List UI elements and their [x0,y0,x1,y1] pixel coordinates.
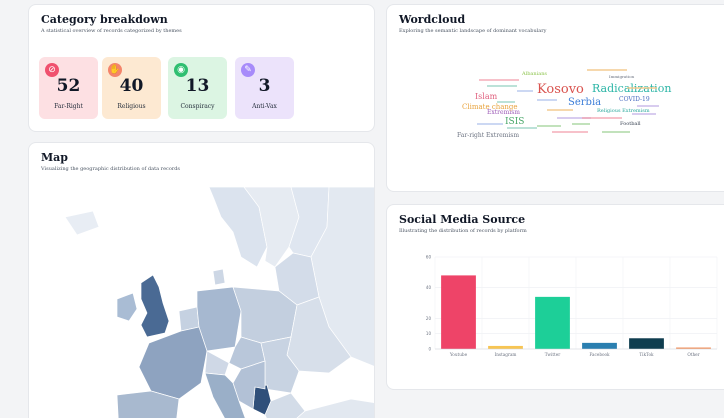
wordcloud-word[interactable]: Albanians [522,72,547,77]
social-media-title: Social Media Source [399,213,526,226]
bar-youtube[interactable] [441,275,476,349]
wordcloud-word[interactable]: Serbia [568,98,601,108]
social-media-bar-chart: 0 10 20 40 60 Youtube Instagram Twitter Facebook… [426,255,718,357]
wordcloud-filler [537,125,561,127]
wordcloud-filler [637,105,659,107]
wordcloud-word[interactable]: Football [620,122,641,127]
eye-icon: ◉ [174,63,188,77]
wordcloud-filler [572,123,590,125]
tile-count: 40 [119,76,144,96]
wordcloud-word[interactable]: Extremism [487,110,520,116]
bar-twitter[interactable] [535,296,570,349]
wordcloud-subtitle: Exploring the semantic landscape of domi… [399,28,547,34]
tile-label: Religious [117,103,146,110]
wordcloud-filler [632,113,656,115]
wordcloud-filler [537,99,557,101]
category-breakdown-card: Category breakdown A statistical overvie… [28,4,375,132]
wordcloud-filler [517,90,533,92]
bar-facebook[interactable] [582,342,617,349]
wordcloud-filler [479,79,519,81]
tile-label: Anti-Vax [252,103,277,110]
category-tile-religious[interactable]: ✋ 40 Religious [102,57,161,119]
wordcloud-filler [507,127,537,129]
tile-label: Far-Right [54,103,83,110]
tile-count: 13 [185,76,210,96]
category-breakdown-title: Category breakdown [41,13,168,26]
wordcloud-word[interactable]: Immigration [609,75,634,79]
wordcloud-word[interactable]: Kosovo [537,83,584,96]
y-tick-label: 0 [428,347,431,352]
social-media-card: Social Media Source Illustrating the dis… [386,204,724,390]
y-tick-label: 60 [426,255,432,260]
bar-tiktok[interactable] [629,338,664,349]
wordcloud-title: Wordcloud [399,13,466,26]
wordcloud-filler [602,131,630,133]
tile-count: 52 [56,76,81,96]
bar-instagram[interactable] [488,345,523,349]
wordcloud-filler [627,87,657,89]
category-tile-anti-vax[interactable]: ✎ 3 Anti-Vax [235,57,294,119]
tile-label: Conspiracy [180,103,215,110]
map-subtitle: Visualizing the geographic distribution … [41,166,181,172]
x-tick-label: Twitter [545,352,560,357]
map-title: Map [41,151,68,164]
wordcloud-filler [547,109,573,111]
wordcloud-word[interactable]: ISIS [505,118,524,127]
wordcloud-word[interactable]: COVID-19 [619,97,650,103]
wordcloud-filler [497,101,515,103]
category-tile-conspiracy[interactable]: ◉ 13 Conspiracy [168,57,227,119]
category-tile-far-right[interactable]: ⊘ 52 Far-Right [39,57,98,119]
pray-icon: ✋ [108,63,122,77]
y-tick-label: 40 [426,285,432,290]
wordcloud-filler [477,123,503,125]
x-tick-label: TikTok [639,352,654,357]
europe-map[interactable] [29,187,375,418]
social-media-subtitle: Illustrating the distribution of records… [399,228,527,234]
y-tick-label: 20 [426,316,432,321]
x-tick-label: Facebook [589,352,610,357]
no-symbol-icon: ⊘ [45,63,59,77]
wordcloud-word[interactable]: Islam [475,93,497,101]
x-tick-label: Other [687,352,699,357]
x-tick-label: Youtube [449,352,468,357]
tile-count: 3 [258,76,271,96]
wordcloud-word[interactable]: Far-right Extremism [457,133,519,139]
wordcloud-filler [487,85,517,87]
wordcloud-card: Wordcloud Exploring the semantic landsca… [386,4,724,192]
map-card: Map Visualizing the geographic distribut… [28,142,375,418]
syringe-icon: ✎ [241,63,255,77]
wordcloud-filler [582,117,622,119]
map-region[interactable] [212,268,226,286]
category-breakdown-subtitle: A statistical overview of records catego… [41,28,182,34]
wordcloud-filler [552,131,588,133]
y-tick-label: 10 [426,331,432,336]
wordcloud-filler [587,69,627,71]
x-tick-label: Instagram [495,352,517,357]
